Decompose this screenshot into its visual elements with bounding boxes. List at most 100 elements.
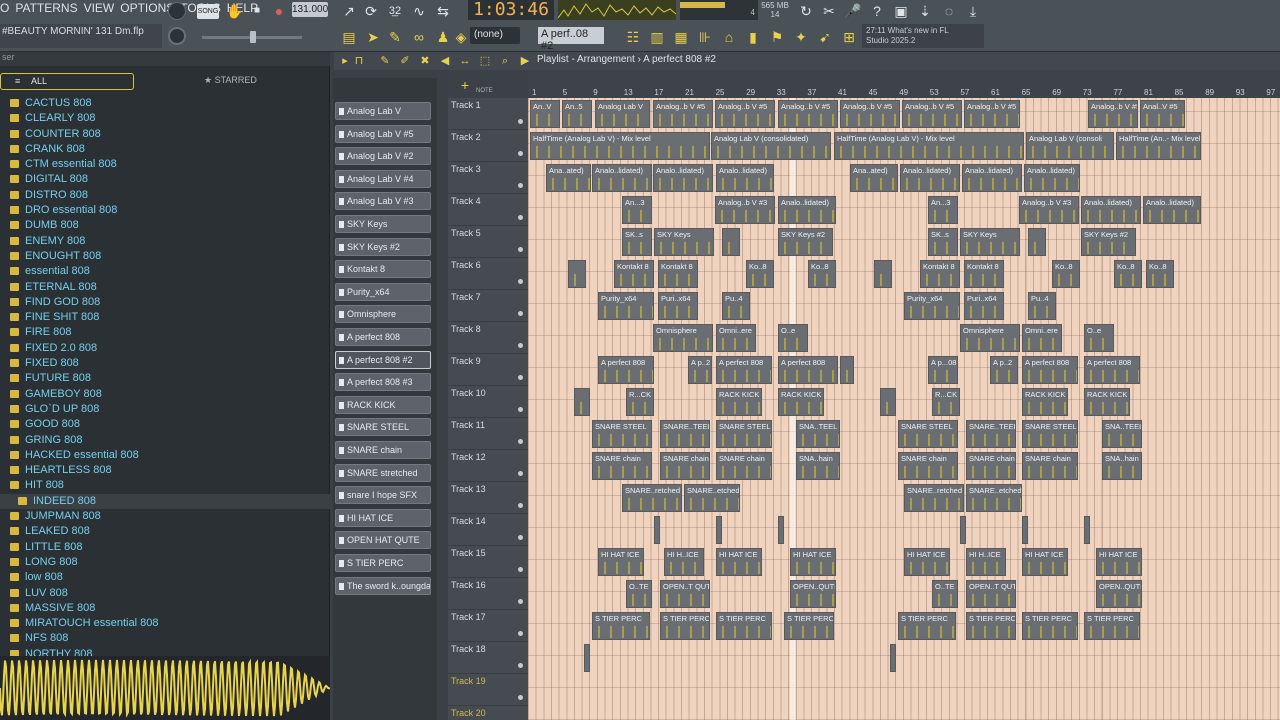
channel-button[interactable]: SKY Keys #2 <box>335 237 431 256</box>
track-header[interactable]: Track 1 <box>448 98 528 130</box>
channel-button[interactable]: A perfect 808 #2 <box>335 350 431 369</box>
playlist-clip[interactable]: Analog..b V #5 <box>964 100 1020 128</box>
export-icon[interactable]: ⤓ <box>964 2 982 20</box>
track-mute-dot[interactable] <box>518 439 523 444</box>
current-pattern-field[interactable]: A perf..08 #2 <box>538 27 604 52</box>
playlist-clip[interactable]: R...CK <box>932 388 960 416</box>
playlist-clip[interactable]: Analo..lidated) <box>900 164 960 192</box>
browser-folder-item[interactable]: FUTURE 808 <box>0 371 330 386</box>
playlist-clip[interactable] <box>840 356 854 384</box>
playlist-clip[interactable]: SNA..hain <box>1102 452 1142 480</box>
browser-folder-item[interactable]: DIGITAL 808 <box>0 172 330 187</box>
playlist-clip[interactable]: SKY Keys #2 <box>778 228 833 256</box>
playlist-clip[interactable]: An...3 <box>622 196 652 224</box>
track-mute-dot[interactable] <box>518 471 523 476</box>
track-header[interactable]: Track 4 <box>448 194 528 226</box>
track-header[interactable]: Track 2 <box>448 130 528 162</box>
playlist-clip[interactable]: SNARE STEEL <box>716 420 772 448</box>
timeline-ruler[interactable]: 1 5 9 13 17 21 25 29 33 37 41 45 49 53 57 61 65 69 73 77 81 8… <box>528 70 1280 98</box>
browser-folder-item[interactable]: LUV 808 <box>0 586 330 601</box>
tab-starred[interactable]: ★ STARRED <box>204 75 257 86</box>
draw-tool-icon[interactable]: ✎ <box>376 52 394 70</box>
track-header[interactable]: Track 18 <box>448 642 528 674</box>
playlist-clip[interactable]: An..V <box>530 100 560 128</box>
playlist-clip[interactable]: Kontakt 8 <box>658 260 698 288</box>
file-icon[interactable]: ▮ <box>744 28 762 46</box>
playlist-clip[interactable]: SNARE..retched <box>904 484 964 512</box>
playlist-clip[interactable]: SNARE..TEEL <box>966 420 1016 448</box>
news-panel[interactable]: 27:11 What's new in FL Studio 2025.2 <box>862 24 984 48</box>
track-header[interactable]: Track 13 <box>448 482 528 514</box>
track-mute-dot[interactable] <box>518 663 523 668</box>
playlist-clip[interactable]: O..e <box>778 324 808 352</box>
song-mode-toggle[interactable]: SONG <box>197 4 219 19</box>
playlist-clip[interactable] <box>1084 516 1090 544</box>
track-mute-dot[interactable] <box>518 247 523 252</box>
playlist-clip[interactable]: SNARE chain <box>592 452 652 480</box>
playlist-clip[interactable]: O..e <box>1084 324 1114 352</box>
add-track-icon[interactable]: + <box>456 76 474 94</box>
playlist-clip[interactable]: SNARE..etched <box>966 484 1022 512</box>
channel-button[interactable]: SNARE STEEL <box>335 418 431 437</box>
playlist-clip[interactable]: S TIER PERC <box>716 612 772 640</box>
playlist-clip[interactable]: OPEN..QUTE <box>790 580 836 608</box>
tempo-display[interactable]: 131.000 <box>292 2 328 17</box>
browser-folder-item[interactable]: INDEED 808 <box>0 493 330 510</box>
track-mute-dot[interactable] <box>518 279 523 284</box>
playlist-clip[interactable]: HI H..ICE <box>966 548 1006 576</box>
playlist-clip[interactable]: Analo..lidated) <box>592 164 652 192</box>
track-header[interactable]: Track 17 <box>448 610 528 642</box>
browser-folder-item[interactable]: essential 808 <box>0 264 330 279</box>
playlist-clip[interactable]: SNARE STEEL <box>592 420 652 448</box>
playlist-clip[interactable]: Ana..ated) <box>850 164 898 192</box>
playlist-clip[interactable]: SKY Keys <box>654 228 714 256</box>
browser-folder-item[interactable]: FIRE 808 <box>0 325 330 340</box>
track-mute-dot[interactable] <box>518 375 523 380</box>
playlist-clip[interactable]: A p...08 <box>928 356 958 384</box>
stamp-icon[interactable]: ♟ <box>434 28 452 46</box>
playlist-clip[interactable]: SK..s <box>928 228 958 256</box>
channel-button[interactable]: SNARE stretched <box>335 463 431 482</box>
playlist-clip[interactable]: SKY Keys <box>960 228 1020 256</box>
download-icon[interactable]: ⇣ <box>916 2 934 20</box>
browser-folder-item[interactable]: HEARTLESS 808 <box>0 463 330 478</box>
playlist-clip[interactable]: Analog..b V #3 <box>1019 196 1079 224</box>
playlist-clip[interactable]: SNARE chain <box>898 452 958 480</box>
playlist-clip[interactable] <box>1022 516 1028 544</box>
browser-folder-item[interactable]: GRING 808 <box>0 433 330 448</box>
playlist-clip[interactable]: RACK KICK <box>716 388 762 416</box>
save-icon[interactable]: ▣ <box>892 2 910 20</box>
master-volume-knob[interactable] <box>168 2 186 20</box>
track-header[interactable]: Track 10 <box>448 386 528 418</box>
playlist-clip[interactable]: A perfect 808 <box>1084 356 1140 384</box>
playlist-clip[interactable]: SNA..TEEL <box>796 420 840 448</box>
track-header[interactable]: Track 11 <box>448 418 528 450</box>
playlist-clip[interactable]: Analo..lidated) <box>716 164 774 192</box>
playlist-clip[interactable] <box>960 516 966 544</box>
playlist-clip[interactable]: Analo..lidated) <box>1081 196 1141 224</box>
loop-icon[interactable]: ⟳ <box>362 2 380 20</box>
browser-folder-item[interactable]: CTM essential 808 <box>0 157 330 172</box>
playlist-clip[interactable]: Purity_x64 <box>598 292 654 320</box>
playlist-clip[interactable]: Ana..ated) <box>546 164 591 192</box>
mute-tool-icon[interactable]: ◀ <box>436 52 454 70</box>
playlist-clip[interactable] <box>722 228 740 256</box>
channel-button[interactable]: SNARE chain <box>335 441 431 459</box>
playlist-clip[interactable]: A perfect 808 <box>716 356 772 384</box>
track-header[interactable]: Track 8 <box>448 322 528 354</box>
wave-icon[interactable]: ∿ <box>410 2 428 20</box>
track-header[interactable]: Track 16 <box>448 578 528 610</box>
browser-folder-item[interactable]: MASSIVE 808 <box>0 601 330 616</box>
playlist-clip[interactable]: Puri..x64 <box>658 292 698 320</box>
browser-folder-item[interactable]: MIRATOUCH essential 808 <box>0 616 330 631</box>
browser-folder-item[interactable]: DISTRO 808 <box>0 188 330 203</box>
playlist-clip[interactable]: An..5 <box>562 100 592 128</box>
playlist-clip[interactable]: S TIER PERC <box>898 612 956 640</box>
channel-button[interactable]: Kontakt 8 <box>335 260 431 279</box>
playlist-clip[interactable]: HI HAT ICE <box>1096 548 1142 576</box>
playlist-clip[interactable]: Pu..4 <box>722 292 750 320</box>
channel-button[interactable]: Analog Lab V <box>335 102 431 120</box>
browser-folder-item[interactable]: GLO`D UP 808 <box>0 402 330 417</box>
track-mute-dot[interactable] <box>518 695 523 700</box>
arrow-icon[interactable]: ➤ <box>364 28 382 46</box>
